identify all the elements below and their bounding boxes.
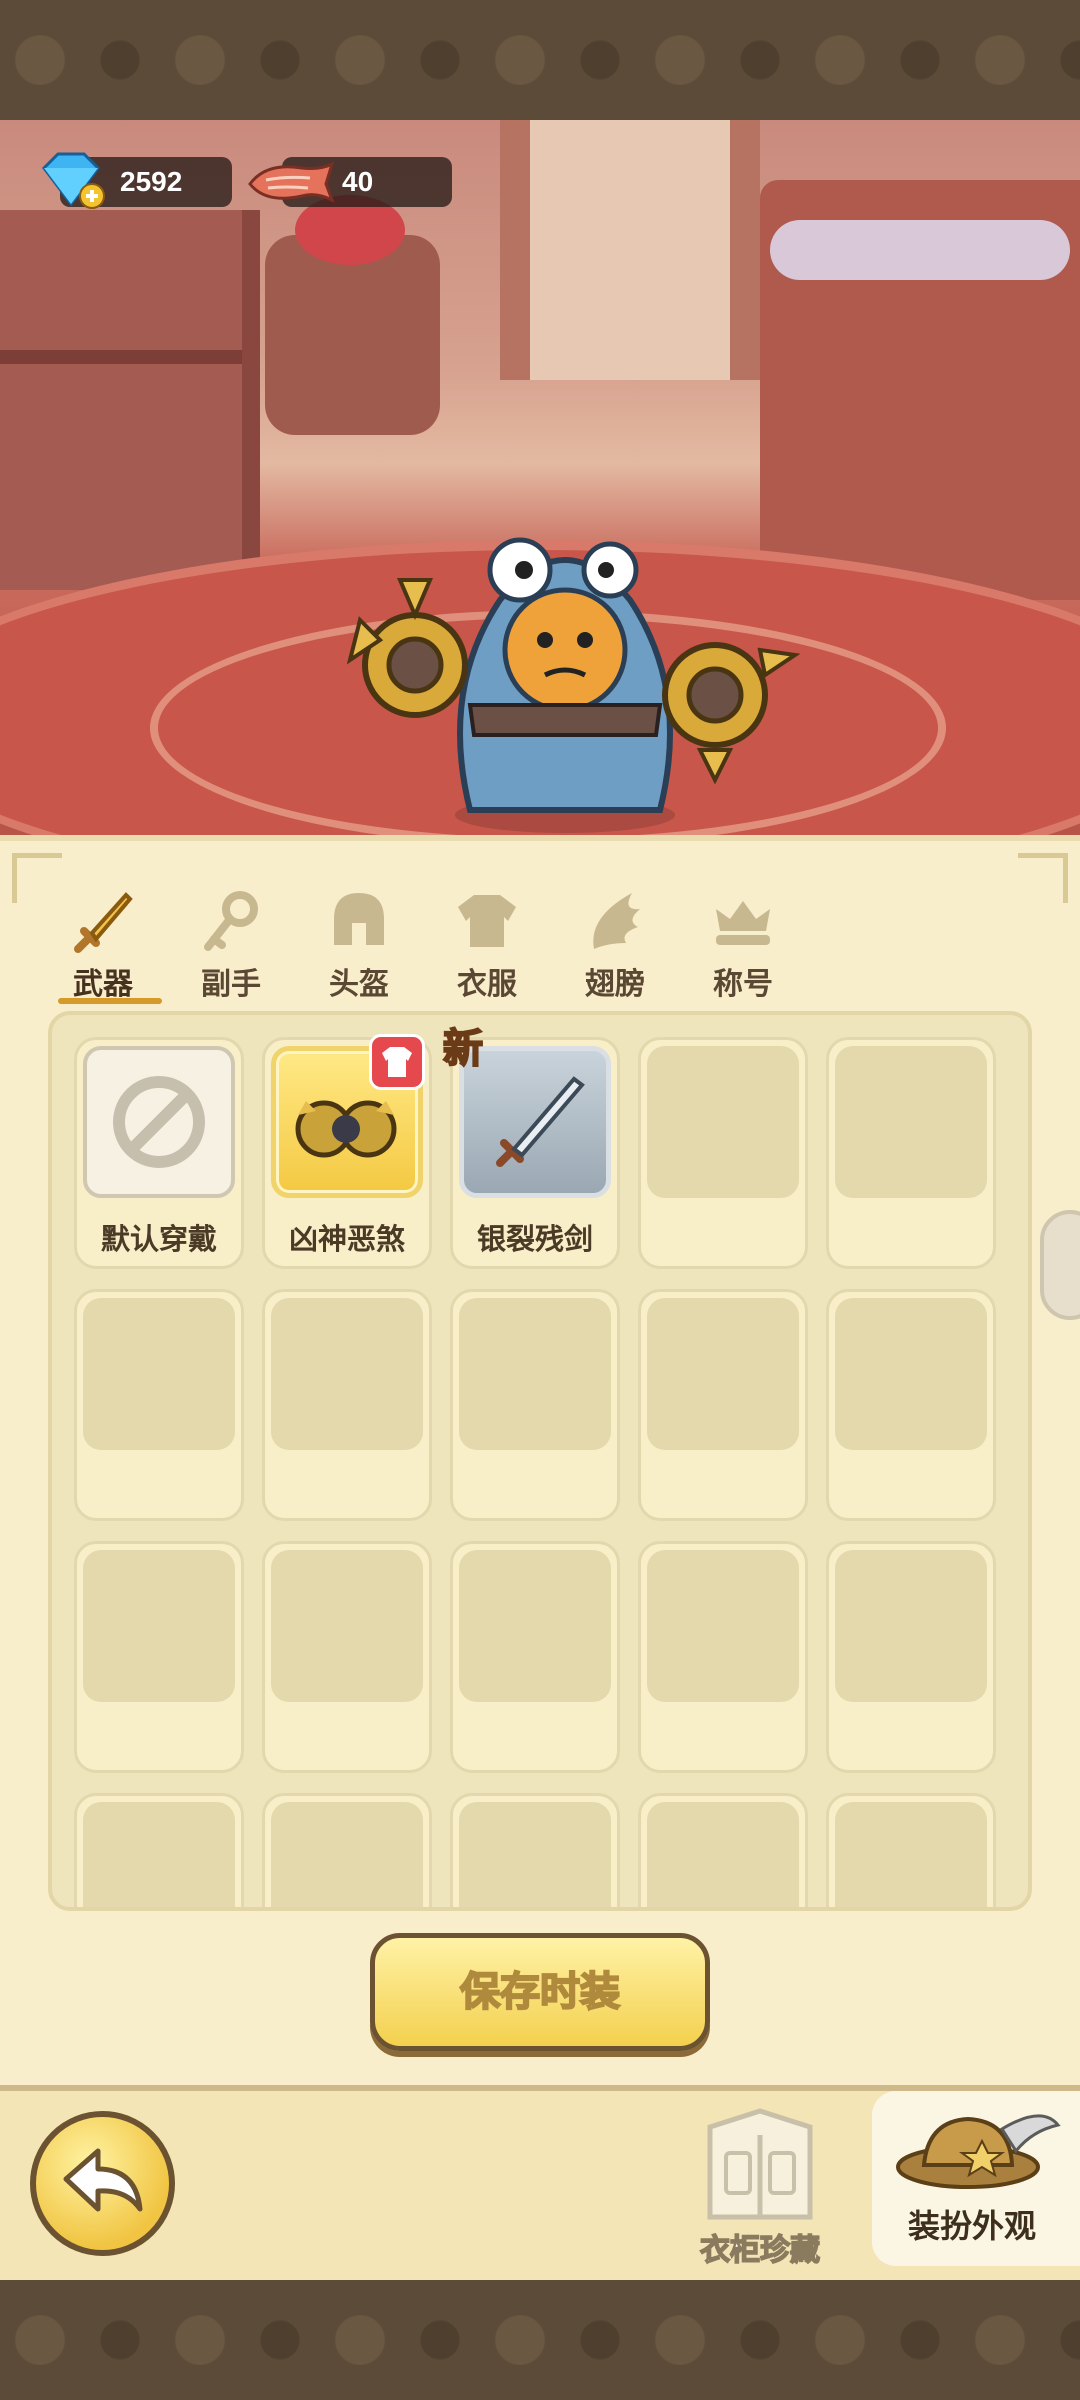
back-button[interactable] [30,2111,175,2256]
helmet-icon [334,893,384,945]
dress-up-appearance-button[interactable]: 装扮外观 [872,2091,1080,2266]
scene-doorway [500,120,760,380]
empty-slot[interactable] [638,1037,808,1269]
wardrobe-collection-button[interactable]: 衣柜珍藏 [680,2105,840,2275]
item-slot [647,1550,799,1702]
item-label: 银裂残剑 [476,1222,593,1256]
scene-shelf [0,210,260,590]
dress-up-appearance-label: 装扮外观 [907,2207,1036,2245]
empty-slot[interactable] [638,1541,808,1773]
tab-label: 副手 [201,967,261,1002]
item-slot [647,1802,799,1907]
none-icon [113,1076,205,1168]
item-slot [835,1550,987,1702]
broken-sword-icon [496,1076,585,1167]
empty-slot[interactable] [638,1793,808,1907]
wardrobe-collection-label: 衣柜珍藏 [699,2232,821,2269]
item-slot [835,1046,987,1198]
item-silver-sword[interactable]: 新 银裂残剑 [442,1025,620,1269]
item-slot [647,1046,799,1198]
key-icon [204,891,258,951]
save-outfit-label: 保存时装 [459,1968,621,2016]
wardrobe-icon [707,2108,813,2220]
empty-slot[interactable] [638,1289,808,1521]
tab-label: 武器 [73,967,133,1002]
gem-count: 2592 [120,166,183,197]
item-slot [271,1802,423,1907]
empty-slot[interactable] [262,1541,432,1773]
empty-slot[interactable] [262,1793,432,1907]
gem-plus-icon[interactable] [36,150,106,210]
item-label: 默认穿戴 [100,1222,217,1256]
top-decor-band [0,0,1080,120]
side-drawer-handle[interactable] [1040,1210,1080,1320]
category-tabs: 武器 副手 头盔 衣服 翅膀 称号 [48,881,828,1004]
feathered-hat-icon [896,2114,1061,2189]
empty-slot[interactable] [826,1037,996,1269]
tab-label: 衣服 [457,967,517,1002]
item-slot [835,1298,987,1450]
empty-slot[interactable] [826,1793,996,1907]
empty-slot[interactable] [826,1289,996,1521]
armor-icon [458,895,516,947]
bottom-bar: 衣柜珍藏 装扮外观 [0,2085,1080,2280]
new-badge: 新 [442,1025,484,1073]
item-default[interactable]: 默认穿戴 [74,1037,244,1269]
back-arrow-icon [63,2148,143,2212]
empty-slot[interactable] [450,1289,620,1521]
item-slot [83,1046,235,1198]
tab-label: 称号 [713,967,773,1002]
item-slot [271,1550,423,1702]
tab-title[interactable]: 称号 [688,881,798,1002]
sword-icon [74,892,133,953]
item-slot [271,1298,423,1450]
empty-slot[interactable] [450,1793,620,1907]
item-slot [835,1802,987,1907]
save-outfit-button[interactable]: 保存时装 [370,1933,710,2051]
crown-icon [716,901,770,945]
tab-label: 头盔 [329,967,389,1002]
active-tab-indicator [58,998,162,1004]
tab-offhand[interactable]: 副手 [176,881,286,1002]
item-slot [83,1550,235,1702]
scene-barrel [265,195,440,435]
empty-slot[interactable] [826,1541,996,1773]
fish-count: 40 [342,166,374,197]
tab-clothing[interactable]: 衣服 [432,881,542,1002]
empty-slot[interactable] [450,1541,620,1773]
empty-slot[interactable] [74,1289,244,1521]
item-slot [83,1298,235,1450]
item-fierce-gauntlets[interactable]: 凶神恶煞 [262,1034,432,1269]
bottom-decor-band [0,2280,1080,2400]
item-slot [459,1802,611,1907]
character-shark-costume [346,537,801,833]
panel-corner-ornament [1018,853,1068,903]
item-grid: 默认穿戴 凶神恶煞 新 银裂残剑 [48,1011,1032,1911]
equipped-shirt-icon [369,1034,425,1090]
item-slot [459,1298,611,1450]
empty-slot[interactable] [262,1289,432,1521]
tab-wings[interactable]: 翅膀 [560,881,670,1002]
wing-icon [593,893,640,949]
empty-slot[interactable] [74,1541,244,1773]
item-slot [647,1298,799,1450]
tab-helmet[interactable]: 头盔 [304,881,414,1002]
item-slot [459,1550,611,1702]
empty-slot[interactable] [74,1793,244,1907]
item-slot [83,1802,235,1907]
wardrobe-panel: 武器 副手 头盔 衣服 翅膀 称号 默认穿戴 凶神恶煞 新 银裂残剑 保存时装 [0,835,1080,2085]
item-label: 凶神恶煞 [288,1222,405,1256]
tab-weapon[interactable]: 武器 [48,881,162,1004]
fish-fillet-icon [248,161,335,204]
tab-label: 翅膀 [585,967,645,1002]
